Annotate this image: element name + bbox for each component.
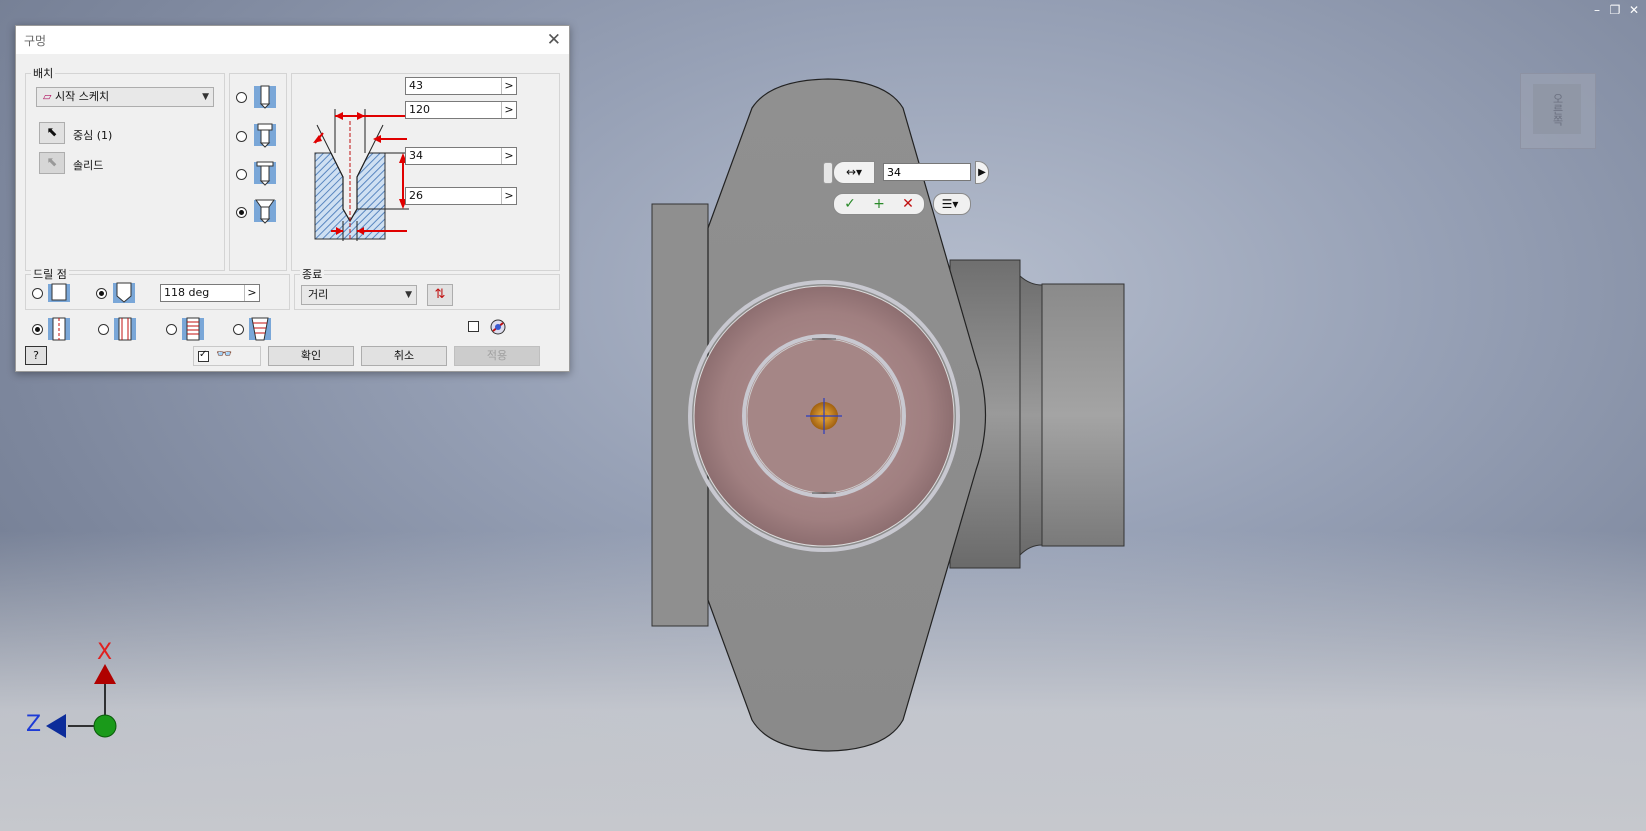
termination-combo-value: 거리 (308, 288, 329, 301)
dimension-type-dropdown[interactable]: ↔▾ (833, 161, 875, 184)
x-axis-arrow (94, 664, 116, 684)
chevron-right-icon[interactable]: > (501, 102, 516, 118)
taper-tapped-radio[interactable] (233, 324, 244, 335)
chevron-down-icon: ▼ (202, 92, 209, 102)
center-select-button[interactable]: ⬉ (39, 122, 65, 144)
termination-combo[interactable]: 거리 ▼ (301, 285, 417, 305)
hole-dialog: 구멍 ✕ 배치 ▱ 시작 스케치 ▼ ⬉ 중심 (1) ⬉ 솔리드 43 > 1… (15, 25, 570, 372)
taper-tapped-hole-icon (249, 317, 271, 341)
close-window-button[interactable]: ✕ (1627, 3, 1641, 17)
dialog-title: 구멍 (24, 34, 47, 48)
toolbar-grip[interactable] (823, 162, 833, 184)
angle-drill-point-icon (113, 282, 135, 303)
flat-drill-point-radio[interactable] (32, 288, 43, 299)
imate-icon[interactable] (489, 318, 507, 336)
tapped-radio[interactable] (166, 324, 177, 335)
ok-check-icon[interactable]: ✓ (836, 194, 864, 214)
hole-depth-input[interactable]: 34 > (405, 147, 517, 165)
placement-combo-value: 시작 스케치 (54, 90, 110, 103)
spotface-hole-radio[interactable] (236, 169, 247, 180)
countersink-hole-radio[interactable] (236, 207, 247, 218)
flat-drill-point-icon (48, 283, 70, 302)
drill-point-label: 드릴 점 (31, 266, 69, 282)
view-cube[interactable]: 오른쪽 (1520, 73, 1596, 149)
view-cube-face[interactable]: 오른쪽 (1533, 84, 1581, 134)
solid-select-button[interactable]: ⬉ (39, 152, 65, 174)
cancel-x-icon[interactable]: ✕ (894, 194, 922, 214)
placement-label: 배치 (31, 65, 56, 81)
flip-direction-button[interactable]: ⇅ (427, 284, 453, 306)
countersink-angle-input[interactable]: 120 > (405, 101, 517, 119)
triad-origin (93, 714, 117, 738)
countersink-hole-icon (254, 199, 276, 224)
hole-diameter-input[interactable]: 26 > (405, 187, 517, 205)
dialog-titlebar[interactable]: 구멍 ✕ (16, 26, 569, 54)
apply-plus-icon[interactable]: + (865, 194, 893, 214)
ok-button[interactable]: 확인 (268, 346, 354, 366)
apply-button[interactable]: 적용 (454, 346, 540, 366)
simple-hole-icon (254, 85, 276, 109)
dimension-value-input[interactable] (883, 163, 971, 181)
dialog-close-icon[interactable]: ✕ (547, 30, 561, 50)
preview-toggle-group: 👓 (193, 346, 261, 366)
hole-depth-value: 34 (409, 149, 423, 162)
drill-angle-input[interactable]: 118 deg > (160, 284, 260, 302)
tapped-hole-icon (182, 317, 204, 341)
x-axis-label: X (97, 640, 113, 665)
help-button[interactable]: ? (25, 346, 47, 365)
flip-arrows-icon: ⇅ (434, 287, 446, 302)
center-label: 중심 (1) (73, 129, 113, 142)
countersink-diagram (313, 109, 409, 241)
hub-neck (1019, 274, 1043, 557)
hole-diameter-value: 26 (409, 189, 423, 202)
hub-shaft (1041, 283, 1125, 547)
cursor-arrow-icon: ⬉ (46, 125, 58, 140)
glasses-icon: 👓 (216, 347, 233, 362)
options-menu-icon[interactable]: ☰▾ (936, 194, 964, 214)
drill-angle-value: 118 deg (164, 286, 210, 299)
chevron-right-icon[interactable]: > (501, 78, 516, 94)
drilled-radio[interactable] (32, 324, 43, 335)
counterbore-hole-icon (254, 123, 276, 148)
z-axis-label: Z (26, 712, 42, 737)
placement-combo[interactable]: ▱ 시작 스케치 ▼ (36, 87, 214, 107)
angle-drill-point-radio[interactable] (96, 288, 107, 299)
infer-imates-checkbox[interactable] (468, 321, 479, 332)
counterbore-radio[interactable] (98, 324, 109, 335)
preview-checkbox[interactable] (198, 349, 209, 362)
chevron-right-icon[interactable]: > (501, 188, 516, 204)
clearance-hole-radio[interactable] (236, 131, 247, 142)
simple-hole-radio[interactable] (236, 92, 247, 103)
clearance-hole-icon (114, 317, 136, 341)
z-axis-arrow (46, 714, 66, 738)
drilled-hole-icon (48, 317, 70, 341)
minimize-button[interactable]: – (1590, 3, 1604, 17)
restore-button[interactable]: ❐ (1608, 3, 1622, 17)
cancel-button[interactable]: 취소 (361, 346, 447, 366)
cursor-arrow-icon: ⬉ (46, 155, 58, 170)
countersink-diameter-input[interactable]: 43 > (405, 77, 517, 95)
solid-label: 솔리드 (73, 159, 104, 172)
countersink-angle-value: 120 (409, 103, 430, 116)
spotface-hole-icon (254, 161, 276, 186)
termination-label: 종료 (300, 266, 325, 282)
countersink-diameter-value: 43 (409, 79, 423, 92)
chevron-right-icon[interactable]: > (501, 148, 516, 164)
chevron-right-icon[interactable]: > (244, 285, 259, 301)
chevron-down-icon: ▼ (405, 290, 412, 300)
